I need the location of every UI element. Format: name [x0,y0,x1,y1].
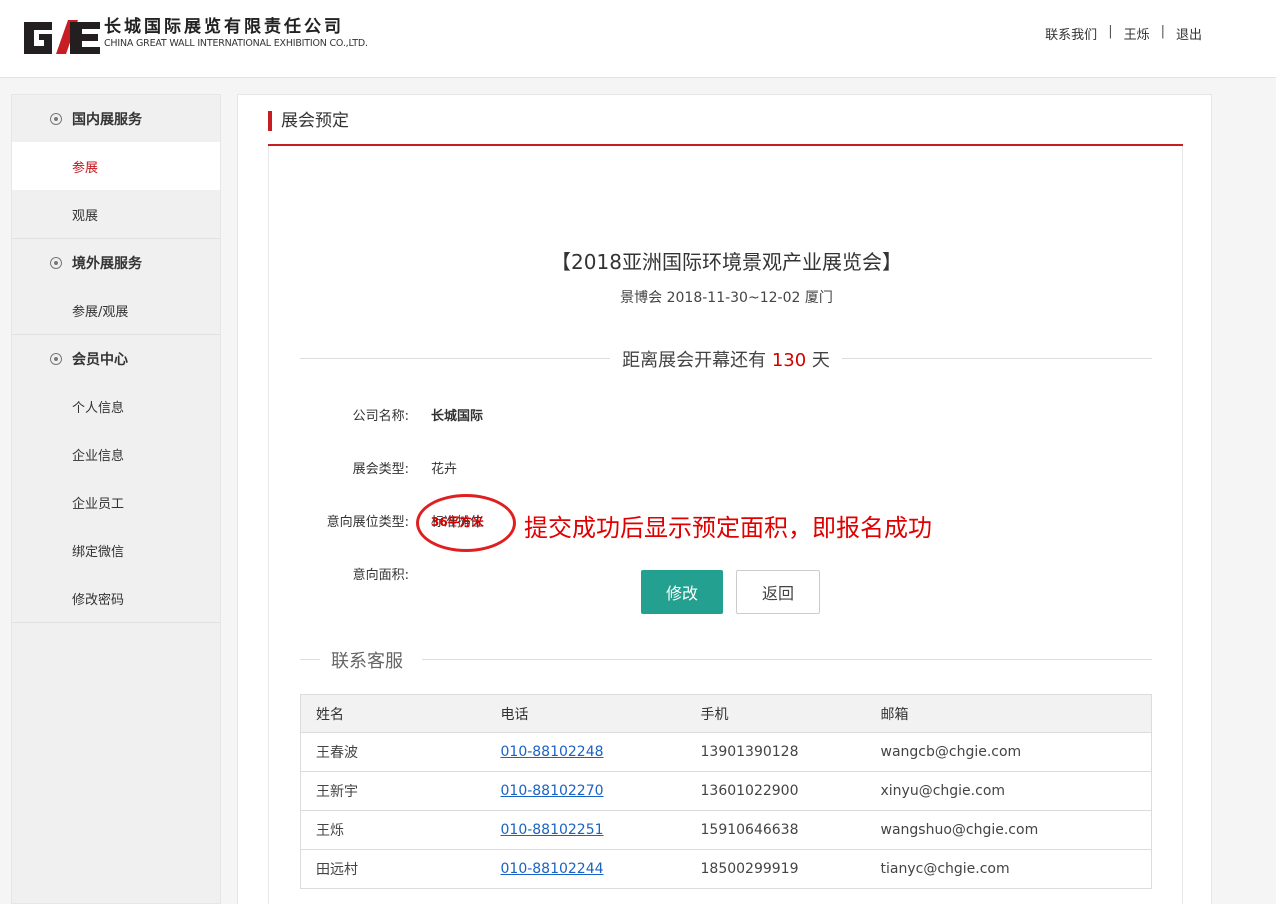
cell-name: 王春波 [300,732,501,772]
phone-link[interactable]: 010-88102270 [501,783,604,799]
phone-link[interactable]: 010-88102251 [501,822,604,838]
sidebar-group-header[interactable]: 国内展服务 [12,95,220,142]
table-row: 王新宇 010-88102270 13601022900 xinyu@chgie… [300,771,1152,811]
expo-subtitle: 景博会 2018-11-30~12-02 厦门 [620,290,833,306]
col-email-header: 邮箱 [880,694,1152,733]
cell-name: 王新宇 [300,771,501,811]
type-value: 花卉 [431,462,458,477]
customer-service-table: 姓名 电话 手机 邮箱 王春波 010-88102248 13901390128… [300,694,1152,889]
top-nav: 联系我们 | 王烁 | 退出 [1045,24,1202,43]
customer-service-title: 联系客服 [331,651,403,672]
nav-separator: | [1160,24,1165,39]
logout-link[interactable]: 退出 [1176,24,1202,43]
sidebar-item-company-info[interactable]: 企业信息 [12,430,220,478]
page-header: 长城国际展览有限责任公司 CHINA GREAT WALL INTERNATIO… [0,0,1276,78]
booking-content: 【2018亚洲国际环境景观产业展览会】 景博会 2018-11-30~12-02… [268,146,1183,904]
sidebar-item-employees[interactable]: 企业员工 [12,478,220,526]
sidebar-item-change-password[interactable]: 修改密码 [12,574,220,622]
form-row-booth: 意向展位类型: 标准摊位 [269,511,483,531]
company-name-cn: 长城国际展览有限责任公司 [104,17,344,37]
sidebar-item-personal-info[interactable]: 个人信息 [12,382,220,430]
main-panel: 展会预定 【2018亚洲国际环境景观产业展览会】 景博会 2018-11-30~… [237,94,1212,904]
table-row: 王烁 010-88102251 15910646638 wangshuo@chg… [300,810,1152,850]
cell-email: wangshuo@chgie.com [880,810,1152,850]
sidebar-item-visit[interactable]: 观展 [12,190,220,238]
area-label: 意向面积: [352,568,409,583]
countdown-prefix: 距离展会开幕还有 [622,350,767,371]
col-mobile-header: 手机 [700,694,881,733]
contact-us-link[interactable]: 联系我们 [1045,24,1097,43]
divider-line [300,659,320,660]
area-value: 36平方米 [431,515,484,529]
cell-email: xinyu@chgie.com [880,771,1152,811]
col-name-header: 姓名 [300,694,501,733]
sidebar-group-title: 境外展服务 [72,255,142,272]
sidebar-group-member: 会员中心 个人信息 企业信息 企业员工 绑定微信 修改密码 [12,335,220,623]
title-accent-bar [268,111,272,131]
sidebar: 国内展服务 参展 观展 境外展服务 参展/观展 会员中心 个人信息 企业信息 企… [11,94,221,904]
panel-title: 展会预定 [268,109,1183,146]
divider-line [422,659,1152,660]
countdown-days: 130 [771,350,807,371]
cell-mobile: 13901390128 [700,732,881,772]
booth-label: 意向展位类型: [326,515,409,530]
circle-dot-icon [50,352,62,365]
logo-mark-icon [22,16,102,58]
sidebar-item-bind-wechat[interactable]: 绑定微信 [12,526,220,574]
cell-mobile: 15910646638 [700,810,881,850]
form-row-company: 公司名称: 长城国际 [269,405,483,425]
phone-link[interactable]: 010-88102248 [501,744,604,760]
sidebar-group-title: 国内展服务 [72,111,142,128]
form-row-type: 展会类型: 花卉 [269,458,457,478]
table-header-row: 姓名 电话 手机 邮箱 [300,694,1152,733]
company-name-en: CHINA GREAT WALL INTERNATIONAL EXHIBITIO… [104,38,368,49]
sidebar-group-domestic: 国内展服务 参展 观展 [12,95,220,239]
countdown-suffix: 天 [811,350,830,371]
cell-name: 王烁 [300,810,501,850]
company-logo[interactable]: 长城国际展览有限责任公司 CHINA GREAT WALL INTERNATIO… [22,16,368,58]
nav-separator: | [1108,24,1113,39]
cell-name: 田远村 [300,849,501,889]
expo-title: 【2018亚洲国际环境景观产业展览会】 [551,250,902,274]
phone-link[interactable]: 010-88102244 [501,861,604,877]
annotation-text: 提交成功后显示预定面积，即报名成功 [524,514,932,542]
circle-dot-icon [50,112,62,125]
company-label: 公司名称: [352,409,409,424]
col-phone-header: 电话 [500,694,701,733]
table-row: 王春波 010-88102248 13901390128 wangcb@chgi… [300,732,1152,772]
form-row-area: 意向面积: [269,564,409,584]
customer-service-heading: 联系客服 [300,646,1152,672]
cell-mobile: 18500299919 [700,849,881,889]
cell-email: tianyc@chgie.com [880,849,1152,889]
sidebar-group-header[interactable]: 会员中心 [12,335,220,382]
circle-dot-icon [50,256,62,269]
type-label: 展会类型: [352,462,409,477]
cell-email: wangcb@chgie.com [880,732,1152,772]
sidebar-group-overseas: 境外展服务 参展/观展 [12,239,220,335]
panel-title-text: 展会预定 [281,111,349,131]
sidebar-item-exhibit[interactable]: 参展 [12,142,220,190]
back-button[interactable]: 返回 [736,570,820,614]
countdown: 距离展会开幕还有 130 天 [300,343,1152,373]
sidebar-group-header[interactable]: 境外展服务 [12,239,220,286]
sidebar-group-title: 会员中心 [72,351,128,368]
cell-mobile: 13601022900 [700,771,881,811]
table-row: 田远村 010-88102244 18500299919 tianyc@chgi… [300,849,1152,889]
sidebar-item-exhibit-visit[interactable]: 参展/观展 [12,286,220,334]
edit-button[interactable]: 修改 [641,570,723,614]
company-value: 长城国际 [431,409,484,424]
user-name-link[interactable]: 王烁 [1124,24,1150,43]
